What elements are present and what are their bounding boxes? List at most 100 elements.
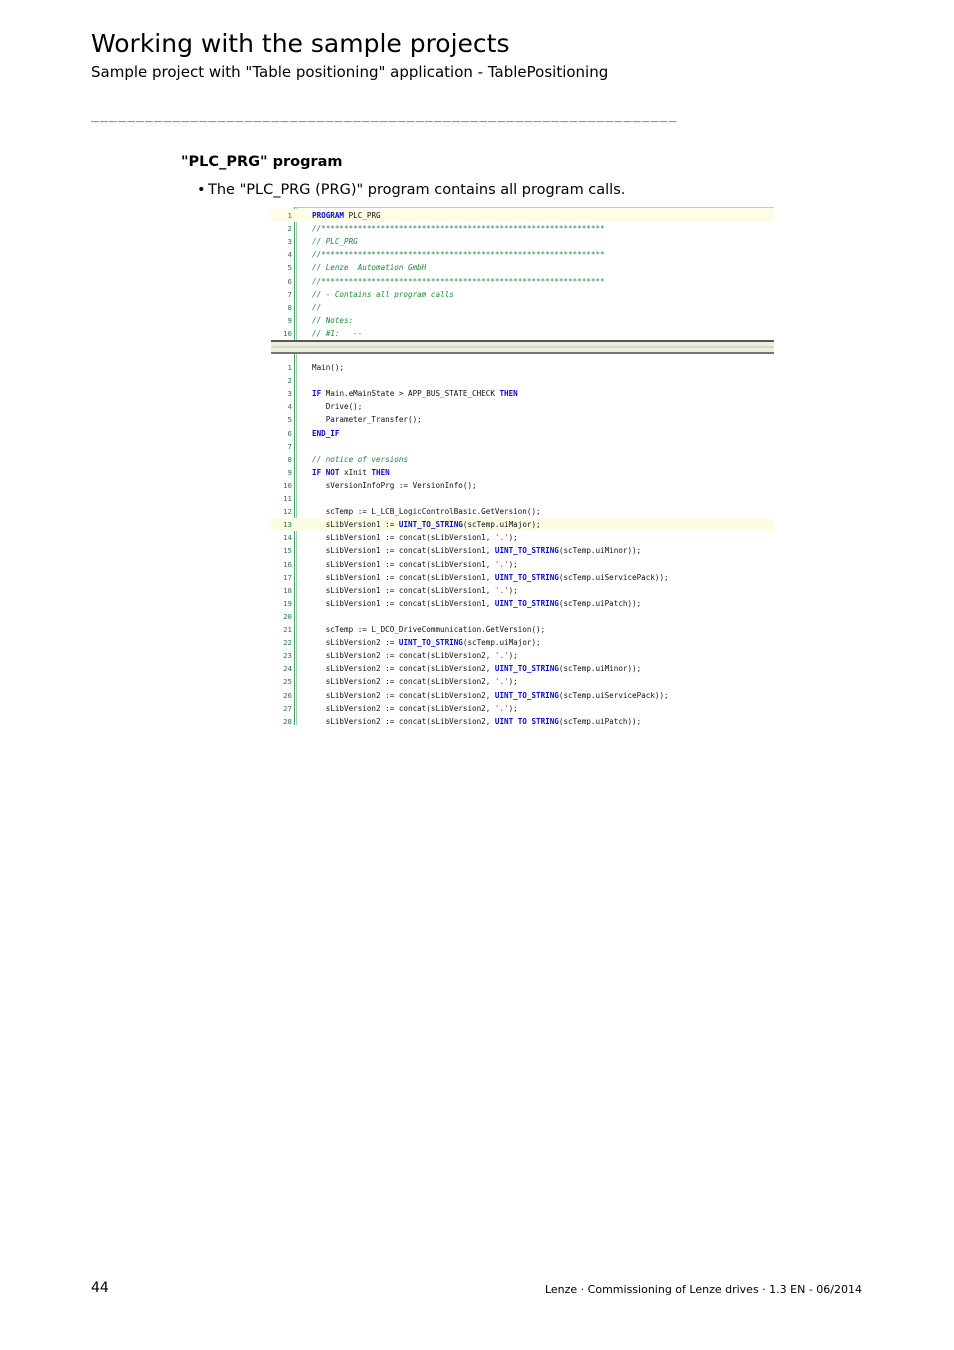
bullet-text: The "PLC_PRG (PRG)" program contains all…	[208, 182, 626, 198]
bullet-marker: •	[197, 182, 206, 198]
code-text: //**************************************…	[312, 275, 605, 288]
code-token: (scTemp.uiMajor);	[462, 638, 541, 648]
code-text: sLibVersion2 := concat(sLibVersion2, UIN…	[312, 715, 641, 725]
code-line: 4 Drive();	[271, 400, 774, 413]
code-text: sLibVersion1 := concat(sLibVersion1, '.'…	[312, 531, 518, 544]
code-token: sLibVersion2 := concat(sLibVersion2,	[312, 664, 495, 674]
line-number: 16	[283, 559, 292, 569]
code-string: '.'	[494, 585, 509, 595]
code-text: sLibVersion1 := concat(sLibVersion1, '.'…	[312, 558, 518, 571]
code-text: //	[312, 301, 321, 314]
code-keyword: UINT_TO_STRING	[494, 716, 559, 725]
code-text: sLibVersion1 := concat(sLibVersion1, '.'…	[312, 584, 518, 597]
code-line: 13 sLibVersion1 := UINT_TO_STRING(scTemp…	[271, 518, 774, 532]
line-number: 23	[283, 651, 292, 661]
code-line: 27 sLibVersion2 := concat(sLibVersion2, …	[271, 702, 774, 715]
code-line: 1 Main();	[271, 361, 774, 374]
line-number: 18	[283, 585, 292, 595]
code-token: );	[508, 559, 518, 569]
code-token: sLibVersion2 := concat(sLibVersion2,	[312, 690, 495, 700]
code-token: );	[508, 585, 518, 595]
line-number: 25	[283, 677, 292, 687]
code-token: sLibVersion2 := concat(sLibVersion2,	[312, 651, 495, 661]
code-token: sLibVersion1 := concat(sLibVersion1,	[312, 585, 495, 595]
line-number: 24	[283, 664, 292, 674]
code-keyword: UINT_TO_STRING	[494, 664, 559, 674]
code-keyword: THEN	[371, 467, 390, 477]
code-text: sLibVersion1 := UINT_TO_STRING(scTemp.ui…	[312, 518, 541, 531]
line-number: 10	[283, 328, 292, 338]
code-token: PLC_PRG	[344, 211, 381, 220]
line-number: 4	[287, 402, 292, 412]
code-text: Parameter_Transfer();	[312, 413, 422, 426]
code-line: 8 //	[271, 301, 774, 314]
line-number: 6	[287, 428, 292, 438]
line-number: 8	[287, 302, 292, 312]
code-keyword: THEN	[499, 389, 518, 399]
code-keyword: UINT_TO_STRING	[398, 638, 463, 648]
line-number: 5	[287, 263, 292, 273]
code-text: // PLC_PRG	[312, 235, 358, 248]
code-token: scTemp := L_LCB_LogicControlBasic.GetVer…	[312, 507, 541, 517]
code-string: '.'	[494, 651, 509, 661]
code-text: //**************************************…	[312, 248, 605, 261]
code-comment: // Notes:	[312, 315, 354, 325]
code-line: 3 IF Main.eMainState > APP_BUS_STATE_CHEC…	[271, 387, 774, 400]
code-token: Drive();	[312, 402, 363, 412]
code-text: IF Main.eMainState > APP_BUS_STATE_CHECK…	[312, 387, 518, 400]
pane-splitter[interactable]	[271, 340, 774, 354]
code-keyword: UINT_TO_STRING	[494, 546, 559, 556]
line-number: 22	[283, 638, 292, 648]
code-token: sLibVersion2 :=	[312, 638, 399, 648]
line-number: 20	[283, 611, 292, 621]
code-token: sLibVersion1 := concat(sLibVersion1,	[312, 598, 495, 608]
code-line: 11	[271, 492, 774, 505]
code-line: 24 sLibVersion2 := concat(sLibVersion2, …	[271, 662, 774, 675]
code-comment: //	[312, 302, 322, 312]
line-number: 9	[287, 315, 292, 325]
code-line: 12 scTemp := L_LCB_LogicControlBasic.Get…	[271, 505, 774, 518]
code-text: sLibVersion2 := concat(sLibVersion2, UIN…	[312, 662, 641, 675]
line-number: 28	[283, 716, 292, 725]
code-keyword: PROGRAM	[312, 211, 345, 220]
section-heading: "PLC_PRG" program	[181, 154, 343, 170]
line-number: 3	[287, 389, 292, 399]
code-text: END_IF	[312, 427, 339, 440]
line-number: 1	[287, 363, 292, 372]
code-comment: // notice of versions	[312, 454, 409, 464]
bullet-item: • The "PLC_PRG (PRG)" program contains al…	[197, 182, 625, 198]
code-token: sLibVersion2 := concat(sLibVersion2,	[312, 703, 495, 713]
code-token: (scTemp.uiServicePack));	[558, 690, 669, 700]
code-keyword: UINT_TO_STRING	[494, 572, 559, 582]
code-token: sLibVersion1 := concat(sLibVersion1,	[312, 559, 495, 569]
code-text: sLibVersion1 := concat(sLibVersion1, UIN…	[312, 571, 669, 584]
code-text: PROGRAM PLC_PRG	[312, 209, 381, 222]
code-line: 2	[271, 374, 774, 387]
code-text: // Lenze Automation GmbH	[312, 261, 426, 274]
line-number: 2	[287, 224, 292, 234]
code-token: sVersionInfoPrg := VersionInfo();	[312, 480, 477, 490]
code-string: '.'	[494, 703, 509, 713]
code-line: 22 sLibVersion2 := UINT_TO_STRING(scTemp…	[271, 636, 774, 649]
code-text: sLibVersion2 := concat(sLibVersion2, '.'…	[312, 702, 518, 715]
code-string: '.'	[494, 533, 509, 543]
code-line: 10 sVersionInfoPrg := VersionInfo();	[271, 479, 774, 492]
code-text: scTemp := L_LCB_LogicControlBasic.GetVer…	[312, 505, 541, 518]
code-editor-screenshot: 1 PROGRAM PLC_PRG 2 //*********************…	[271, 207, 774, 725]
code-text: // #1: --	[312, 327, 362, 340]
code-line: 17 sLibVersion1 := concat(sLibVersion1, …	[271, 571, 774, 584]
code-token: sLibVersion1 := concat(sLibVersion1,	[312, 546, 495, 556]
code-text: Drive();	[312, 400, 363, 413]
code-token: (scTemp.uiMajor);	[462, 520, 541, 530]
code-token: (scTemp.uiServicePack));	[558, 572, 669, 582]
code-keyword: UINT_TO_STRING	[494, 690, 559, 700]
line-number: 11	[283, 494, 292, 503]
code-line: 7 // - Contains all program calls	[271, 288, 774, 301]
code-line: 3 // PLC_PRG	[271, 235, 774, 248]
code-keyword: IF	[312, 389, 322, 399]
code-line: 20	[271, 610, 774, 623]
code-line: 4 //*************************************…	[271, 248, 774, 261]
code-line: 6 END_IF	[271, 427, 774, 440]
code-line: 26 sLibVersion2 := concat(sLibVersion2, …	[271, 689, 774, 702]
line-number: 27	[283, 703, 292, 713]
